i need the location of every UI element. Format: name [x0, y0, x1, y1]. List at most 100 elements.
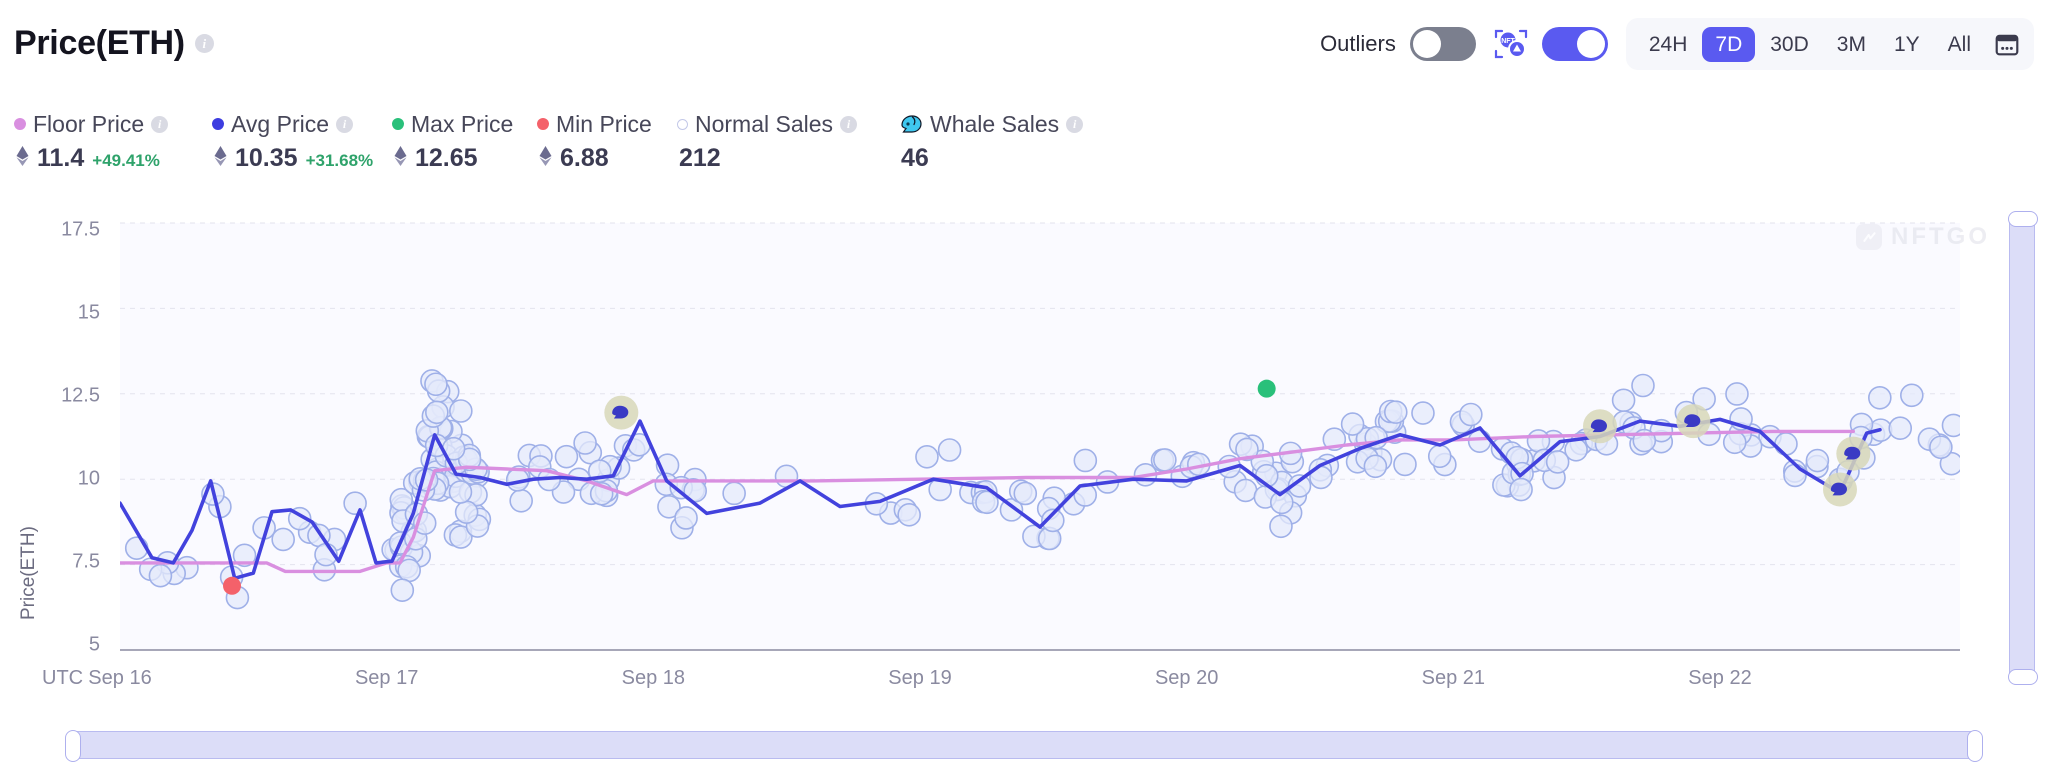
sale-point[interactable]: [272, 528, 294, 550]
max-price-marker[interactable]: [1258, 380, 1276, 398]
page-title-group: Price(ETH) i: [14, 26, 214, 60]
vertical-slider-handle-top[interactable]: [2008, 211, 2038, 227]
min-price-dot-icon: [537, 118, 549, 130]
time-range-all[interactable]: All: [1935, 27, 1984, 62]
calendar-icon[interactable]: [1994, 31, 2020, 57]
x-axis-timezone-label: UTC: [42, 667, 83, 690]
sale-point[interactable]: [574, 432, 596, 454]
time-range-24h[interactable]: 24H: [1636, 27, 1701, 62]
legend-item-floor-price[interactable]: Floor Price i 11.4 +49.41%: [14, 110, 212, 171]
sale-point[interactable]: [675, 507, 697, 529]
vertical-zoom-slider[interactable]: [2009, 218, 2035, 678]
legend-label-max-price: Max Price: [411, 111, 513, 138]
legend-label-whale-sales: Whale Sales: [930, 111, 1059, 138]
whale-sale-marker[interactable]: [1583, 409, 1617, 443]
floor-price-info-icon[interactable]: i: [151, 116, 168, 133]
outliers-label: Outliers: [1320, 31, 1396, 57]
whale-sales-info-icon[interactable]: i: [1066, 116, 1083, 133]
price-chart-page: Price(ETH) i Outliers NFT: [0, 0, 2048, 781]
sale-point[interactable]: [1364, 455, 1386, 477]
sale-point[interactable]: [1394, 453, 1416, 475]
legend-item-max-price[interactable]: Max Price 12.65: [392, 110, 537, 171]
time-range-7d[interactable]: 7D: [1702, 27, 1755, 62]
legend-item-whale-sales[interactable]: Whale Sales i 46: [899, 110, 1099, 171]
sale-point[interactable]: [898, 504, 920, 526]
legend-item-avg-price[interactable]: Avg Price i 10.35 +31.68%: [212, 110, 392, 171]
sale-point[interactable]: [939, 439, 961, 461]
sale-point[interactable]: [510, 490, 532, 512]
sale-point[interactable]: [1469, 430, 1491, 452]
sale-point[interactable]: [1547, 451, 1569, 473]
sale-point[interactable]: [1726, 383, 1748, 405]
min-price-marker[interactable]: [223, 577, 241, 595]
avg-price-info-icon[interactable]: i: [336, 116, 353, 133]
outliers-toggle[interactable]: [1410, 27, 1476, 61]
chart-legend: Floor Price i 11.4 +49.41% Avg Price i 1…: [14, 110, 1099, 171]
chart-area: Price(ETH) 17.5 15 12.5 10 7.5 5: [0, 205, 2048, 725]
sale-point[interactable]: [426, 401, 448, 423]
sale-point[interactable]: [1724, 431, 1746, 453]
sale-point[interactable]: [1869, 387, 1891, 409]
outliers-control: Outliers: [1320, 27, 1476, 61]
time-range-1y[interactable]: 1Y: [1881, 27, 1933, 62]
sale-point[interactable]: [1510, 479, 1532, 501]
horizontal-slider-handle-right[interactable]: [1967, 730, 1983, 762]
floor-price-value: 11.4: [37, 146, 84, 171]
x-tick-sep-17: Sep 17: [355, 667, 418, 690]
sale-point[interactable]: [916, 446, 938, 468]
sale-point[interactable]: [1930, 436, 1952, 458]
x-tick-sep-20: Sep 20: [1155, 667, 1218, 690]
vertical-slider-handle-bottom[interactable]: [2008, 669, 2038, 685]
sale-point[interactable]: [1235, 479, 1257, 501]
sale-point[interactable]: [1074, 449, 1096, 471]
sale-point[interactable]: [723, 482, 745, 504]
sale-point[interactable]: [1154, 449, 1176, 471]
eth-glyph-icon: [16, 146, 29, 166]
sale-point[interactable]: [344, 492, 366, 514]
sale-point[interactable]: [449, 481, 471, 503]
horizontal-range-slider[interactable]: [72, 731, 1976, 759]
sale-point[interactable]: [1775, 433, 1797, 455]
whale-sale-marker[interactable]: [1676, 404, 1710, 438]
nft-alert-toggle[interactable]: [1542, 27, 1608, 61]
time-range-3m[interactable]: 3M: [1824, 27, 1879, 62]
legend-item-normal-sales[interactable]: Normal Sales i 212: [677, 110, 899, 171]
time-range-30d[interactable]: 30D: [1757, 27, 1822, 62]
sale-point[interactable]: [1942, 414, 1964, 436]
sale-point[interactable]: [450, 400, 472, 422]
whale-sale-marker[interactable]: [604, 396, 638, 430]
sale-point[interactable]: [1889, 417, 1911, 439]
sale-point[interactable]: [1342, 413, 1364, 435]
nft-alert-icon[interactable]: NFT: [1494, 28, 1528, 60]
avg-price-value: 10.35: [235, 146, 298, 171]
whale-sale-marker[interactable]: [1823, 472, 1857, 506]
sale-point[interactable]: [1014, 482, 1036, 504]
legend-item-min-price[interactable]: Min Price 6.88: [537, 110, 677, 171]
horizontal-slider-handle-left[interactable]: [65, 730, 81, 762]
sale-point[interactable]: [555, 446, 577, 468]
eth-glyph-icon: [539, 146, 552, 166]
sale-point[interactable]: [1412, 402, 1434, 424]
sale-point[interactable]: [391, 579, 413, 601]
sale-point[interactable]: [456, 501, 478, 523]
whale-sale-marker[interactable]: [1836, 437, 1870, 471]
nftgo-logo-icon: [1856, 224, 1882, 250]
sale-point[interactable]: [1901, 384, 1923, 406]
chart-plot[interactable]: [0, 205, 2048, 685]
normal-sales-info-icon[interactable]: i: [840, 116, 857, 133]
x-tick-sep-16: Sep 16: [88, 667, 151, 690]
floor-price-dot-icon: [14, 118, 26, 130]
sale-point[interactable]: [1385, 401, 1407, 423]
sale-point[interactable]: [1784, 464, 1806, 486]
header: Price(ETH) i Outliers NFT: [0, 0, 2048, 86]
sale-point[interactable]: [1613, 389, 1635, 411]
sale-point[interactable]: [425, 373, 447, 395]
sale-point[interactable]: [149, 565, 171, 587]
sale-point[interactable]: [1270, 515, 1292, 537]
sale-point[interactable]: [1429, 445, 1451, 467]
sale-point[interactable]: [1460, 403, 1482, 425]
sale-point[interactable]: [1632, 375, 1654, 397]
title-info-icon[interactable]: i: [195, 34, 214, 53]
sale-point[interactable]: [1806, 450, 1828, 472]
sale-point[interactable]: [1527, 430, 1549, 452]
